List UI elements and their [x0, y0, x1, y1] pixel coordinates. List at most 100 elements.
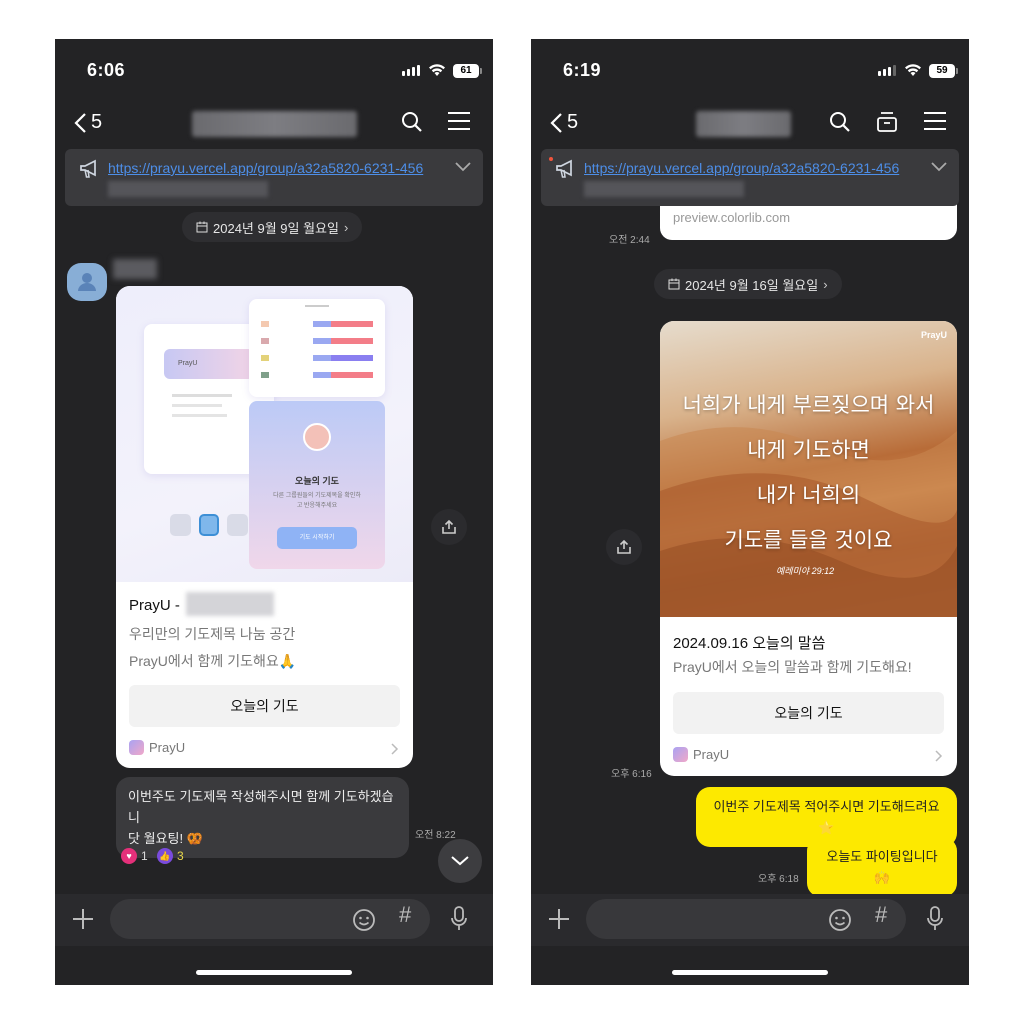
preview-panel-text: 다른 그룹원들의 기도제목을 확인하고 반응해주세요 — [273, 493, 361, 509]
status-time: 6:19 — [563, 60, 602, 80]
wifi-icon — [905, 64, 921, 76]
back-button[interactable]: 5 — [549, 111, 578, 134]
chevron-right-icon: › — [823, 276, 828, 292]
emoji-icon[interactable] — [352, 908, 376, 932]
message-time: 오전 8:22 — [415, 830, 456, 841]
sender-avatar[interactable] — [67, 263, 107, 301]
megaphone-icon — [80, 159, 96, 178]
sent-time: 오후 6:18 — [758, 874, 799, 885]
preview-mock-list — [249, 299, 385, 397]
chevron-left-icon — [550, 112, 562, 133]
heart-icon: ♥ — [121, 848, 137, 864]
notice-link[interactable]: https://prayu.vercel.app/group/a32a5820-… — [584, 160, 924, 176]
verse-image: PrayU 너희가 내게 부르짖으며 와서 내게 기도하면 내가 너희의 기도를… — [660, 321, 957, 617]
battery-indicator: 61 — [453, 64, 482, 78]
chat-screen-left: 6:06 61 5 https://prayu.vercel.app/group… — [55, 39, 493, 985]
chat-header: 5 — [55, 103, 493, 143]
scroll-to-bottom-button[interactable] — [438, 839, 482, 883]
notice-banner[interactable]: https://prayu.vercel.app/group/a32a5820-… — [65, 149, 483, 206]
card-brand-label: PrayU — [149, 740, 186, 755]
prayu-logo-icon — [129, 740, 144, 755]
card-title-blurred — [186, 592, 274, 616]
hashtag-icon[interactable]: # — [875, 902, 887, 928]
card-desc-line2: PrayU에서 함께 기도해요🙏 — [129, 653, 297, 669]
date-text: 2024년 9월 9일 월요일 — [213, 220, 339, 236]
share-button[interactable] — [606, 529, 642, 565]
message-input[interactable] — [586, 899, 906, 939]
share-icon — [617, 539, 631, 554]
message-bubble-received[interactable]: 이번주도 기도제목 작성해주시면 함께 기도하겠습니 닷 월요팅! 🥨 — [116, 777, 409, 858]
drawer-icon[interactable] — [876, 111, 898, 133]
chevron-down-icon[interactable] — [455, 162, 471, 172]
unread-dot — [549, 157, 553, 161]
card-title: 2024.09.16 오늘의 말씀 — [673, 635, 826, 652]
search-icon[interactable] — [829, 111, 851, 133]
verse-line4: 기도를 들을 것이요 — [724, 528, 893, 552]
plus-icon[interactable] — [547, 907, 571, 931]
chat-title-blurred — [696, 111, 791, 137]
calendar-icon — [668, 278, 680, 290]
share-icon — [442, 519, 456, 534]
share-button[interactable] — [431, 509, 467, 545]
sender-name-blurred — [113, 259, 157, 279]
message-bubble-sent-2[interactable]: 오늘도 파이팅입니다🙌 — [807, 837, 957, 897]
chevron-left-icon — [74, 112, 86, 133]
verse-line1: 너희가 내게 부르짖으며 와서 — [682, 393, 935, 417]
status-bar: 6:19 59 — [531, 39, 969, 97]
preview-brand: PrayU — [178, 360, 198, 367]
previous-link-card[interactable]: preview.colorlib.com — [660, 204, 957, 240]
verse-text: 너희가 내게 부르짖으며 와서 내게 기도하면 내가 너희의 기도를 들을 것이… — [660, 383, 957, 563]
chevron-down-icon[interactable] — [931, 162, 947, 172]
emoji-icon[interactable] — [828, 908, 852, 932]
signal-icon — [402, 65, 420, 76]
preview-panel-title: 오늘의 기도 — [295, 476, 339, 486]
chat-screen-right: 6:19 59 5 preview.colorlib.com 오전 2:44 h… — [531, 39, 969, 985]
card-cta-button[interactable]: 오늘의 기도 — [673, 692, 944, 734]
home-indicator — [672, 970, 828, 975]
preview-mock-panel: 오늘의 기도 다른 그룹원들의 기도제목을 확인하고 반응해주세요 기도 시작하… — [249, 401, 385, 569]
home-indicator — [196, 970, 352, 975]
preview-image: PrayU 오늘의 기도 다른 그룹원들의 기도제목을 확인하고 반응해주세요 … — [116, 286, 413, 582]
chat-title-blurred — [192, 111, 357, 137]
card-cta-button[interactable]: 오늘의 기도 — [129, 685, 400, 727]
back-count: 5 — [567, 111, 579, 133]
notice-banner[interactable]: https://prayu.vercel.app/group/a32a5820-… — [541, 149, 959, 206]
search-icon[interactable] — [401, 111, 423, 133]
date-divider: 2024년 9월 9일 월요일 › — [182, 212, 363, 242]
message-input[interactable] — [110, 899, 430, 939]
message-text-line1: 이번주도 기도제목 작성해주시면 함께 기도하겠습니 — [128, 789, 394, 825]
chevron-right-icon — [935, 750, 943, 762]
card-desc-line1: 우리만의 기도제목 나눔 공간 — [129, 626, 296, 642]
reaction-like[interactable]: 👍 3 — [157, 848, 184, 864]
menu-icon[interactable] — [923, 111, 947, 131]
reaction-like-count: 3 — [177, 849, 184, 863]
card-brand[interactable]: PrayU — [673, 747, 729, 762]
back-count: 5 — [91, 111, 103, 133]
microphone-icon[interactable] — [451, 906, 467, 932]
wifi-icon — [429, 64, 445, 76]
signal-icon — [878, 65, 896, 76]
back-button[interactable]: 5 — [73, 111, 102, 134]
verse-line3: 내가 너희의 — [756, 483, 861, 507]
plus-icon[interactable] — [71, 907, 95, 931]
verse-reference: 예레미야 29:12 — [776, 566, 835, 576]
verse-line2: 내게 기도하면 — [747, 438, 870, 462]
reaction-heart[interactable]: ♥ 1 — [121, 848, 148, 864]
card-desc: PrayU에서 오늘의 말씀과 함께 기도해요! — [673, 659, 912, 675]
preview-panel-button: 기도 시작하기 — [277, 527, 357, 549]
date-text: 2024년 9월 16일 월요일 — [685, 277, 819, 293]
card-brand[interactable]: PrayU — [129, 740, 185, 755]
notice-link[interactable]: https://prayu.vercel.app/group/a32a5820-… — [108, 160, 448, 176]
card-brand-label: PrayU — [693, 747, 730, 762]
thumbs-up-icon: 👍 — [157, 848, 173, 864]
link-preview-card[interactable]: PrayU 오늘의 기도 다른 그룹원들의 기도제목을 확인하고 반응해주세요 … — [116, 286, 413, 768]
chevron-right-icon — [391, 743, 399, 755]
battery-indicator: 59 — [929, 64, 958, 78]
chevron-right-icon: › — [343, 219, 349, 235]
microphone-icon[interactable] — [927, 906, 943, 932]
menu-icon[interactable] — [447, 111, 471, 131]
message-input-bar: # — [531, 894, 969, 946]
hashtag-icon[interactable]: # — [399, 902, 411, 928]
verse-card[interactable]: PrayU 너희가 내게 부르짖으며 와서 내게 기도하면 내가 너희의 기도를… — [660, 321, 957, 776]
megaphone-icon — [556, 159, 572, 178]
